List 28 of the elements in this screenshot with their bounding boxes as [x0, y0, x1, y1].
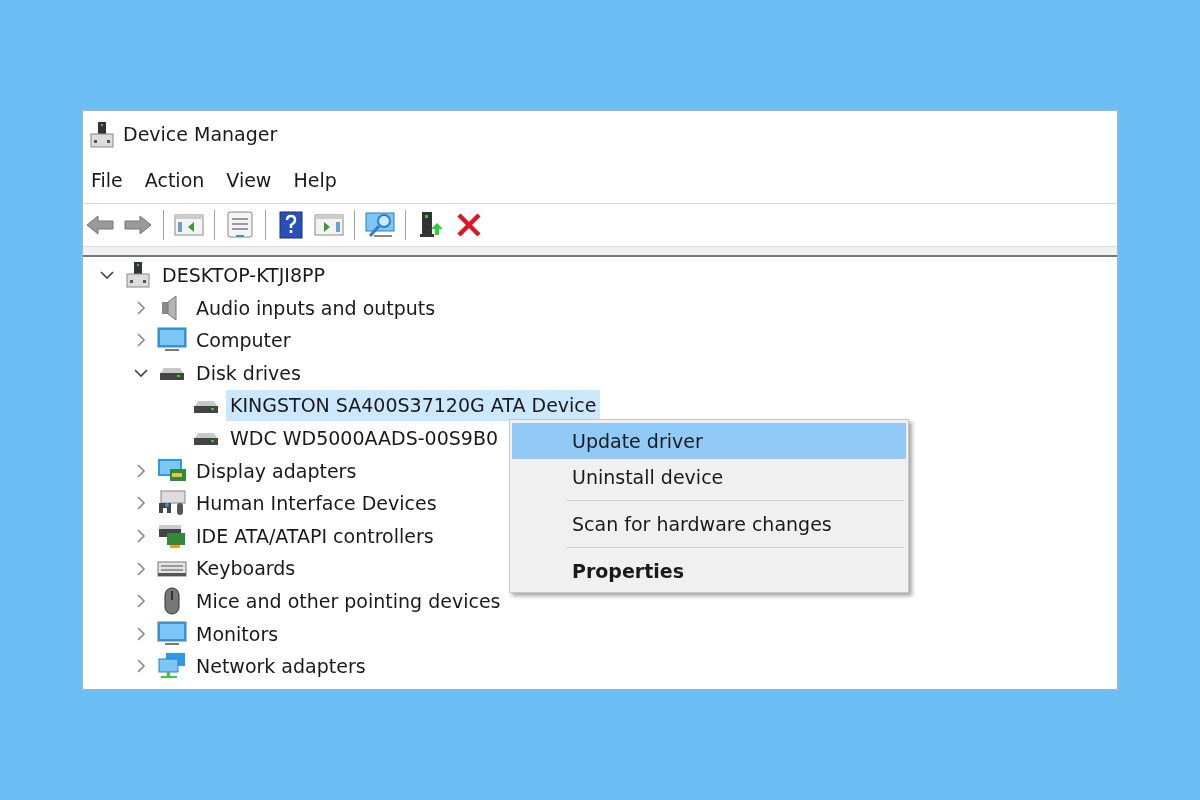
tree-item[interactable]: IDE ATA/ATAPI controllers — [192, 520, 438, 552]
tree-item[interactable]: Human Interface Devices — [192, 488, 441, 519]
tree-item[interactable]: DESKTOP-KTJI8PP — [158, 260, 329, 291]
tree-item[interactable]: Monitors — [192, 618, 283, 650]
monitor-icon — [157, 619, 187, 648]
ide-icon — [157, 522, 187, 551]
tree-item[interactable]: WDC WD5000AADS-00S9B0 — [226, 423, 502, 454]
menu-item[interactable]: Scan for hardware changes — [512, 506, 906, 542]
menu-item[interactable]: Properties — [512, 553, 906, 589]
tree-item[interactable]: Disk drives — [192, 357, 305, 389]
network-icon — [157, 652, 187, 681]
tree-item[interactable]: Computer — [192, 325, 295, 356]
menu-item[interactable]: File — [89, 161, 137, 199]
tree-item[interactable]: Keyboards — [192, 553, 300, 584]
tree-item[interactable]: Network adapters — [192, 651, 370, 682]
tree-item[interactable]: Display adapters — [192, 455, 361, 487]
hid-icon — [157, 489, 187, 518]
menu-item[interactable]: Update driver — [512, 423, 906, 459]
window-title: Device Manager — [123, 121, 278, 147]
menu-item[interactable]: View — [224, 161, 286, 199]
tree-item[interactable]: Mice and other pointing devices — [192, 586, 505, 617]
tree-item[interactable]: Audio inputs and outputs — [192, 292, 440, 324]
menu-item[interactable]: Help — [291, 161, 351, 199]
tree-item[interactable]: KINGSTON SA400S37120G ATA Device — [226, 390, 601, 421]
menu-item[interactable]: Uninstall device — [512, 459, 906, 495]
menu-item[interactable]: Action — [142, 161, 219, 199]
computer-icon — [123, 261, 153, 290]
device-manager-icon — [89, 120, 115, 149]
